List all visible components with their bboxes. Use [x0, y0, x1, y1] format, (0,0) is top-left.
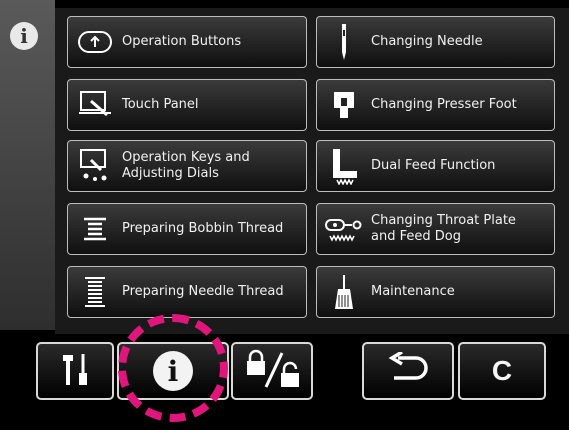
clear-button[interactable]: C: [458, 342, 546, 400]
operation-buttons-button[interactable]: Operation Buttons: [67, 16, 307, 68]
changing-needle-button[interactable]: Changing Needle: [316, 16, 555, 68]
tools-icon: [57, 351, 93, 391]
maintenance-button[interactable]: Maintenance: [316, 266, 555, 318]
changing-throat-plate-button[interactable]: Changing Throat Plate and Feed Dog: [316, 203, 555, 255]
bobbin-thread-icon: [68, 204, 122, 254]
maintenance-icon: [317, 267, 371, 317]
settings-button[interactable]: [36, 342, 114, 400]
touch-panel-icon: [68, 80, 122, 130]
touch-panel-button[interactable]: Touch Panel: [67, 79, 307, 131]
preparing-bobbin-thread-label: Preparing Bobbin Thread: [122, 221, 284, 237]
page-margin: [0, 430, 569, 441]
touch-panel-label: Touch Panel: [122, 97, 199, 113]
highlight-circle: [118, 314, 228, 422]
maintenance-label: Maintenance: [371, 284, 455, 300]
changing-needle-label: Changing Needle: [371, 34, 483, 50]
info-mode-symbol: i: [20, 24, 28, 48]
back-button[interactable]: [362, 342, 454, 400]
operation-keys-button[interactable]: Operation Keys and Adjusting Dials: [67, 140, 307, 192]
preparing-needle-thread-button[interactable]: Preparing Needle Thread: [67, 266, 307, 318]
lock-unlock-icon: [242, 349, 302, 393]
needle-icon: [317, 17, 371, 67]
dual-feed-function-label: Dual Feed Function: [371, 158, 496, 174]
presser-foot-icon: [317, 80, 371, 130]
operation-keys-label: Operation Keys and Adjusting Dials: [122, 150, 250, 181]
needle-thread-icon: [68, 267, 122, 317]
dual-feed-icon: [317, 141, 371, 191]
preparing-bobbin-thread-button[interactable]: Preparing Bobbin Thread: [67, 203, 307, 255]
operation-buttons-label: Operation Buttons: [122, 34, 242, 50]
throat-plate-icon: [317, 204, 371, 254]
changing-presser-foot-button[interactable]: Changing Presser Foot: [316, 79, 555, 131]
left-sidebar: i: [0, 0, 55, 330]
screen-lock-button[interactable]: [231, 342, 313, 400]
preparing-needle-thread-label: Preparing Needle Thread: [122, 284, 284, 300]
dual-feed-function-button[interactable]: Dual Feed Function: [316, 140, 555, 192]
operation-keys-icon: [68, 141, 122, 191]
operation-buttons-icon: [68, 17, 122, 67]
changing-presser-foot-label: Changing Presser Foot: [371, 97, 517, 113]
clear-label: C: [491, 355, 513, 386]
changing-throat-plate-label: Changing Throat Plate and Feed Dog: [371, 213, 516, 244]
return-arrow-icon: [386, 350, 430, 390]
info-mode-icon: i: [10, 22, 38, 50]
